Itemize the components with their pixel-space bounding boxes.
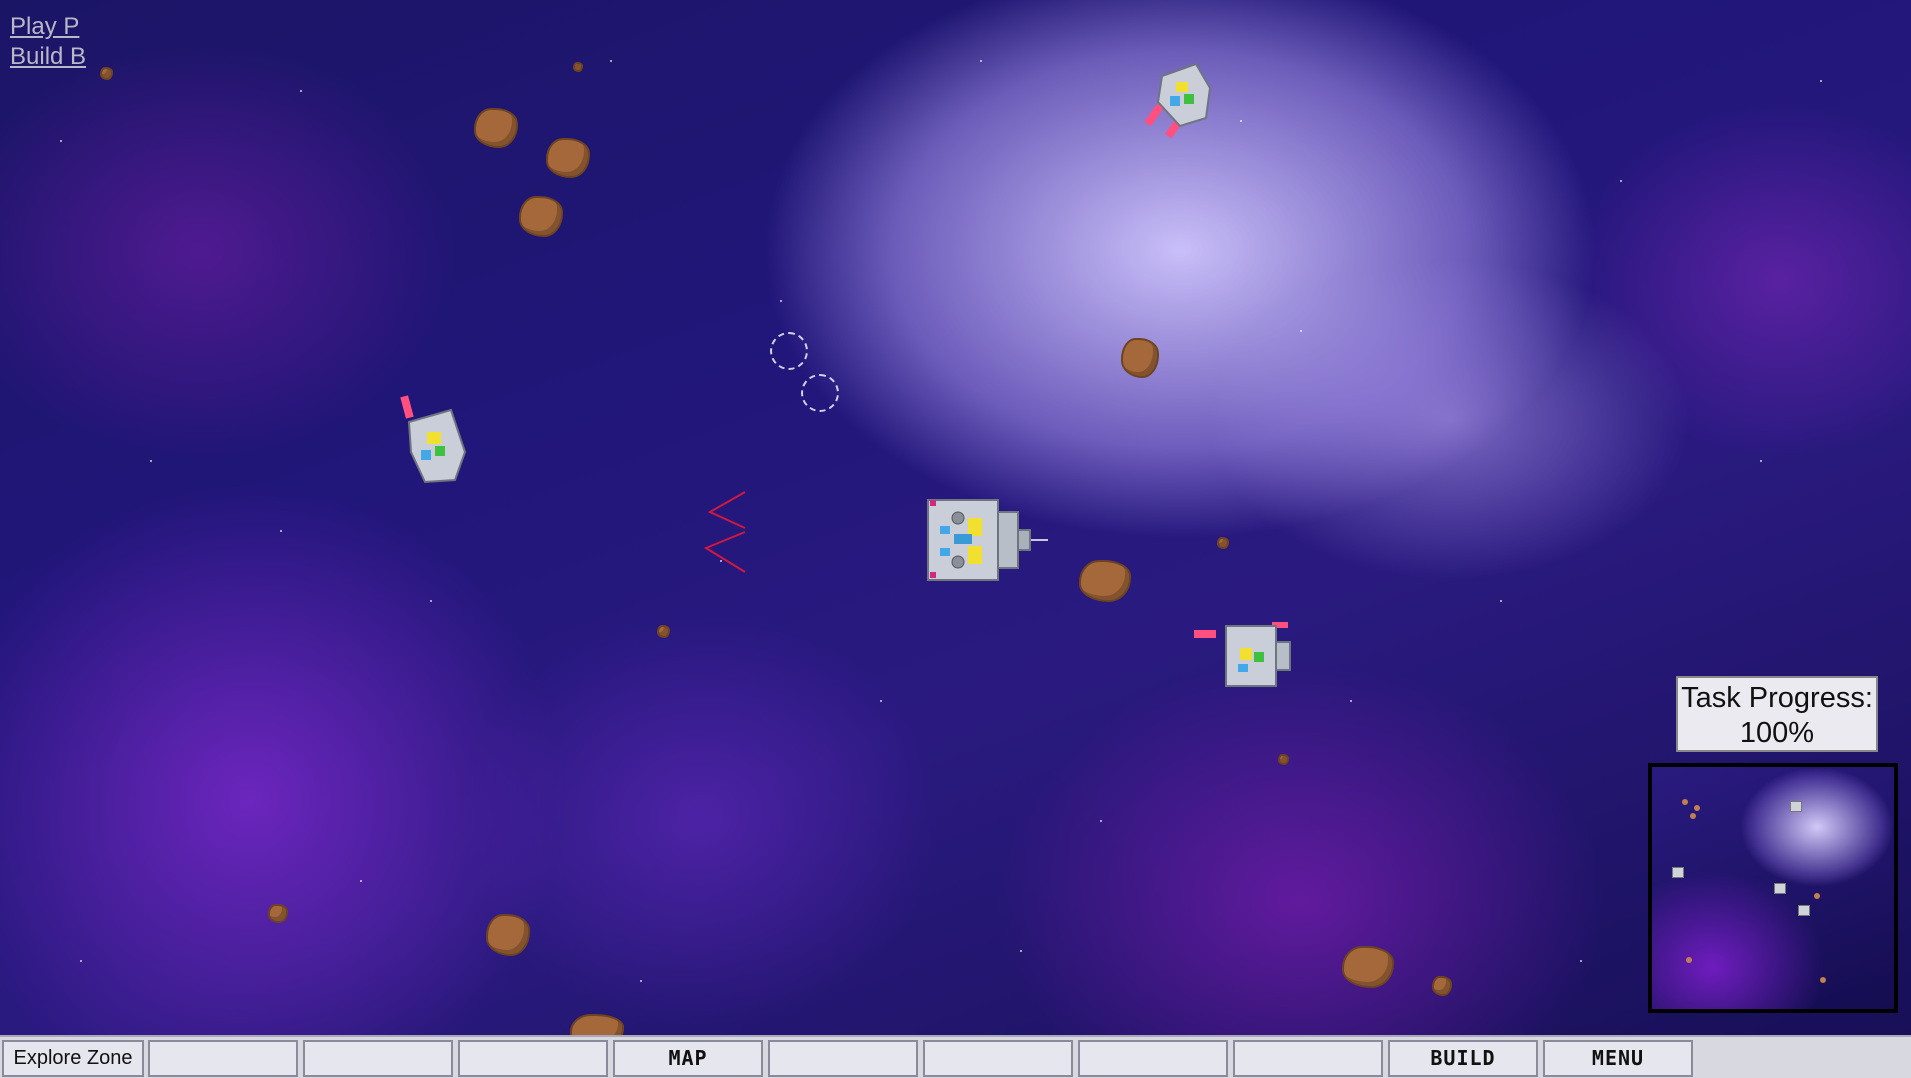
play-hint-link[interactable]: Play P (10, 12, 86, 42)
star (1820, 80, 1822, 82)
star (80, 960, 82, 962)
target-reticle-icon[interactable] (770, 332, 808, 370)
star (640, 980, 642, 982)
waypoint-chevron-icon (703, 491, 746, 573)
minimap-asteroid (1814, 893, 1820, 899)
star (1580, 960, 1582, 962)
asteroid-icon (1079, 560, 1131, 602)
game-viewport[interactable]: Play P Build B Task Progress: 100% (0, 0, 1911, 1078)
star (150, 460, 152, 462)
asteroid-icon (268, 904, 288, 923)
toolbar-slot-7[interactable] (1078, 1040, 1228, 1077)
star (300, 90, 302, 92)
toolbar-slot-5[interactable] (768, 1040, 918, 1077)
asteroid-icon (100, 67, 113, 80)
star (1020, 950, 1022, 952)
minimap-player-ship (1774, 883, 1786, 894)
asteroid-icon (546, 138, 590, 178)
star (980, 60, 982, 62)
toolbar-slot-1[interactable] (148, 1040, 298, 1077)
asteroid-icon (1278, 754, 1289, 765)
star (880, 700, 882, 702)
minimap-asteroid (1694, 805, 1700, 811)
star (1100, 820, 1102, 822)
asteroid-icon (1432, 976, 1452, 996)
minimap-asteroid (1690, 813, 1696, 819)
task-progress-label: Task Progress: (1681, 682, 1873, 714)
asteroid-icon (657, 625, 670, 638)
minimap-enemy-ship (1790, 801, 1802, 812)
star (1620, 180, 1622, 182)
minimap-asteroid (1820, 977, 1826, 983)
star (60, 140, 62, 142)
task-progress-value: 100% (1739, 717, 1815, 749)
asteroid-icon (1121, 338, 1159, 378)
star (1300, 330, 1302, 332)
star (360, 880, 362, 882)
bottom-toolbar: Explore Zone MAP BUILD MENU (0, 1035, 1911, 1078)
toolbar-slot-6[interactable] (923, 1040, 1073, 1077)
build-button[interactable]: BUILD (1388, 1040, 1538, 1077)
toolbar-slot-8[interactable] (1233, 1040, 1383, 1077)
map-button[interactable]: MAP (613, 1040, 763, 1077)
menu-button[interactable]: MENU (1543, 1040, 1693, 1077)
task-progress-panel: Task Progress: 100% (1676, 676, 1878, 752)
asteroid-icon (519, 196, 563, 237)
asteroid-icon (1342, 946, 1394, 988)
minimap-enemy-ship (1672, 867, 1684, 878)
star (1500, 600, 1502, 602)
star (1240, 120, 1242, 122)
minimap-asteroid (1682, 799, 1688, 805)
asteroid-icon (1217, 537, 1229, 549)
star (1760, 460, 1762, 462)
minimap[interactable] (1648, 763, 1898, 1013)
build-hint-link[interactable]: Build B (10, 42, 86, 72)
enemy-ship-icon[interactable] (395, 392, 475, 488)
enemy-ship-icon[interactable] (1192, 618, 1298, 692)
target-reticle-icon[interactable] (801, 374, 839, 412)
player-ship-icon[interactable] (918, 490, 1048, 590)
key-hints: Play P Build B (10, 12, 86, 72)
toolbar-slot-2[interactable] (303, 1040, 453, 1077)
asteroid-icon (474, 108, 518, 148)
explore-zone-button[interactable]: Explore Zone (2, 1040, 144, 1077)
enemy-ship-icon[interactable] (1140, 58, 1220, 140)
minimap-asteroid (1686, 957, 1692, 963)
star (780, 300, 782, 302)
toolbar-slot-3[interactable] (458, 1040, 608, 1077)
star (1350, 700, 1352, 702)
asteroid-icon (573, 62, 583, 72)
star (430, 600, 432, 602)
star (610, 60, 612, 62)
asteroid-icon (486, 914, 530, 956)
minimap-enemy-ship (1798, 905, 1810, 916)
star (280, 530, 282, 532)
